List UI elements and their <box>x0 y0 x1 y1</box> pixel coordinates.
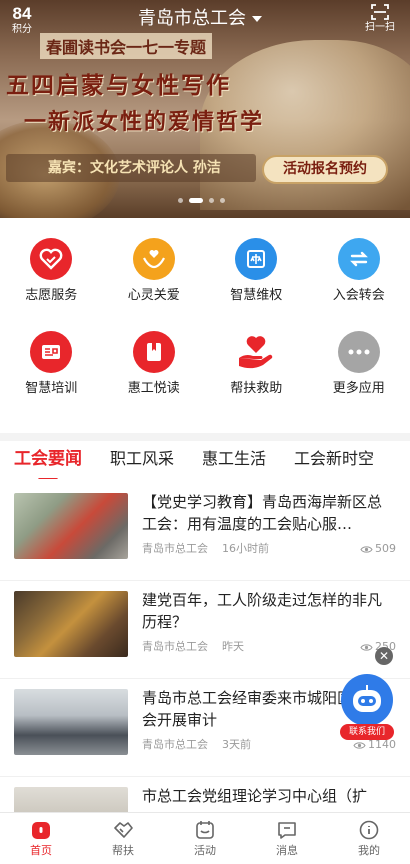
tab-union-new-era[interactable]: 工会新时空 <box>280 441 388 479</box>
action-training[interactable]: 智慧培训 <box>0 319 103 412</box>
training-icon <box>30 331 73 373</box>
news-thumbnail <box>14 689 128 755</box>
scan-icon <box>371 4 389 20</box>
message-icon <box>278 822 296 839</box>
nav-label: 消息 <box>276 844 298 857</box>
news-time: 3天前 <box>222 738 251 751</box>
scan-label: 扫一扫 <box>365 22 395 33</box>
news-time: 昨天 <box>222 640 244 653</box>
hands-heart-icon <box>132 238 175 280</box>
tab-worker-style[interactable]: 职工风采 <box>96 441 188 479</box>
contact-us-label: 联系我们 <box>340 724 394 740</box>
event-banner[interactable]: 84 积分 青岛市总工会 扫一扫 春圃读书会一七一专题 五四启蒙与女性写作 一新… <box>0 0 410 218</box>
city-name: 青岛市总工会 <box>138 8 246 29</box>
nav-home[interactable]: 首页 <box>0 813 82 864</box>
news-source: 青岛市总工会 <box>142 738 208 751</box>
news-views: 1140 <box>353 738 396 752</box>
action-label: 智慧培训 <box>25 381 78 396</box>
action-volunteer[interactable]: 志愿服务 <box>0 226 103 319</box>
robot-icon <box>341 674 393 726</box>
tab-worker-life[interactable]: 惠工生活 <box>188 441 280 479</box>
calendar-icon <box>196 821 214 839</box>
news-item[interactable]: 建党百年，工人阶级走过怎样的非凡历程？ 青岛市总工会昨天 250 <box>0 581 410 679</box>
action-label: 心灵关爱 <box>127 288 180 303</box>
chevron-down-icon <box>252 16 262 22</box>
news-source: 青岛市总工会 <box>142 640 208 653</box>
nav-label: 我的 <box>358 844 380 857</box>
quick-actions-grid: 志愿服务 心灵关爱 智慧维权 入会转会 智慧培训 惠工悦读 帮扶救助 更多应用 <box>0 226 410 412</box>
carousel-dot[interactable] <box>209 198 214 203</box>
points-value: 84 <box>12 4 32 23</box>
points-label: 积分 <box>12 24 32 35</box>
news-title: 建党百年，工人阶级走过怎样的非凡历程？ <box>142 591 383 631</box>
close-icon[interactable]: ✕ <box>375 647 393 665</box>
action-label: 帮扶救助 <box>230 381 283 396</box>
news-tabs: 工会要闻 职工风采 惠工生活 工会新时空 <box>0 433 410 479</box>
carousel-dot[interactable] <box>178 198 183 203</box>
action-label: 更多应用 <box>332 381 385 396</box>
handshake-icon <box>114 822 133 838</box>
nav-assist[interactable]: 帮扶 <box>82 813 164 864</box>
points-widget[interactable]: 84 积分 <box>12 4 32 36</box>
transfer-icon <box>337 238 380 280</box>
nav-label: 帮扶 <box>112 844 134 857</box>
banner-subtitle: 一新派女性的爱情哲学 <box>24 109 265 135</box>
carousel-dot[interactable] <box>220 198 225 203</box>
home-icon <box>32 822 50 839</box>
city-selector[interactable]: 青岛市总工会 <box>138 8 262 30</box>
action-rights[interactable]: 智慧维权 <box>205 226 308 319</box>
app-page: 84 积分 青岛市总工会 扫一扫 春圃读书会一七一专题 五四启蒙与女性写作 一新… <box>0 0 410 864</box>
event-series-label: 春圃读书会一七一专题 <box>40 33 213 59</box>
action-label: 智慧维权 <box>230 288 283 303</box>
bottom-nav: 首页 帮扶 活动 消息 我的 <box>0 812 410 864</box>
banner-title: 五四启蒙与女性写作 <box>6 72 231 99</box>
heart-icon <box>30 238 73 280</box>
news-view-count: 509 <box>375 542 396 555</box>
news-source: 青岛市总工会 <box>142 542 208 555</box>
eye-icon <box>360 644 373 651</box>
action-label: 惠工悦读 <box>127 381 180 396</box>
news-title: 市总工会党组理论学习中心组（扩 <box>142 787 368 805</box>
action-membership[interactable]: 入会转会 <box>308 226 410 319</box>
action-label: 入会转会 <box>332 288 385 303</box>
contact-us-button[interactable]: 联系我们 <box>338 674 396 740</box>
news-title: 【党史学习教育】青岛西海岸新区总工会：用有温度的工会贴心服… <box>142 493 383 533</box>
eye-icon <box>360 546 373 553</box>
news-item[interactable]: 【党史学习教育】青岛西海岸新区总工会：用有温度的工会贴心服… 青岛市总工会 16小… <box>0 483 410 581</box>
nav-messages[interactable]: 消息 <box>246 813 328 864</box>
action-more[interactable]: 更多应用 <box>308 319 410 412</box>
signup-button[interactable]: 活动报名预约 <box>262 155 388 184</box>
news-views: 509 <box>360 542 396 556</box>
scale-icon <box>235 238 278 280</box>
scan-button[interactable]: 扫一扫 <box>362 2 398 34</box>
action-assistance[interactable]: 帮扶救助 <box>205 319 308 412</box>
action-label: 志愿服务 <box>25 288 78 303</box>
nav-label: 活动 <box>194 844 216 857</box>
banner-guest: 嘉宾：文化艺术评论人 孙洁 <box>6 154 256 182</box>
book-icon <box>132 331 175 373</box>
tab-union-news[interactable]: 工会要闻 <box>0 441 96 479</box>
carousel-dot[interactable] <box>189 198 203 203</box>
nav-profile[interactable]: 我的 <box>328 813 410 864</box>
carousel-indicator <box>178 198 225 203</box>
news-time: 16小时前 <box>222 542 269 555</box>
eye-icon <box>353 742 366 749</box>
action-reading[interactable]: 惠工悦读 <box>103 319 206 412</box>
action-care[interactable]: 心灵关爱 <box>103 226 206 319</box>
helping-hand-icon <box>235 331 277 373</box>
nav-activity[interactable]: 活动 <box>164 813 246 864</box>
news-thumbnail <box>14 493 128 559</box>
nav-label: 首页 <box>30 844 52 857</box>
more-icon <box>337 331 380 373</box>
news-thumbnail <box>14 591 128 657</box>
profile-icon <box>359 820 379 840</box>
